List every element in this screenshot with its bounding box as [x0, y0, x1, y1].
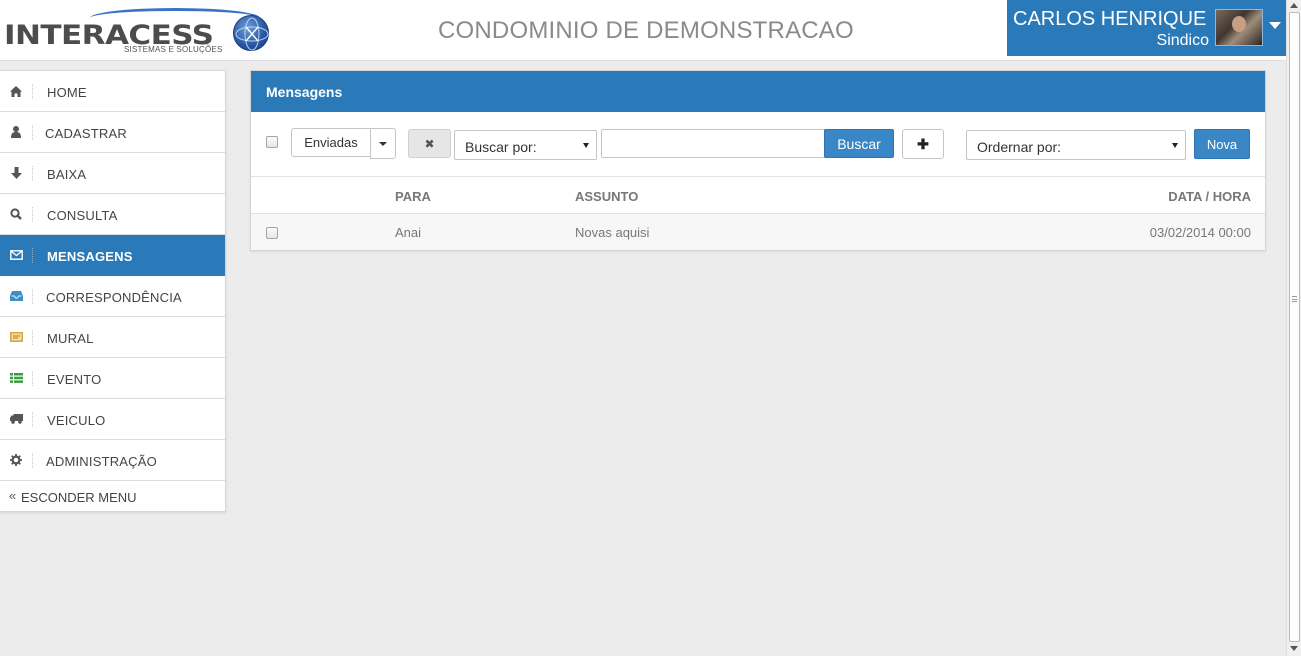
- search-icon: [9, 207, 23, 221]
- separator: [32, 207, 33, 222]
- table-row[interactable]: Anai Novas aquisi 03/02/2014 00:00: [251, 214, 1265, 250]
- filter-button[interactable]: Enviadas: [291, 128, 371, 157]
- separator: [32, 166, 33, 181]
- separator: [32, 412, 33, 427]
- order-by-select[interactable]: Ordernar por:: [966, 130, 1186, 160]
- search-button-label: Buscar: [837, 135, 881, 152]
- separator: [32, 330, 33, 345]
- vertical-scrollbar[interactable]: [1286, 0, 1301, 656]
- user-name: CARLOS HENRIQUE: [1013, 8, 1207, 30]
- interacess-logo[interactable]: INTERACESS SISTEMAS E SOLUÇÕES: [4, 8, 272, 58]
- select-all-checkbox[interactable]: [266, 136, 278, 148]
- sidebar-item-label: BAIXA: [47, 167, 87, 182]
- top-header: INTERACESS SISTEMAS E SOLUÇÕES CONDOMINI…: [0, 0, 1286, 61]
- list-icon: [9, 371, 23, 385]
- avatar[interactable]: [1215, 9, 1263, 46]
- sidebar-item-administracao[interactable]: ADMINISTRAÇÃO: [0, 440, 225, 481]
- logo-subtitle: SISTEMAS E SOLUÇÕES: [124, 45, 223, 54]
- site-title: CONDOMINIO DE DEMONSTRACAO: [438, 17, 854, 44]
- inbox-icon: [9, 289, 23, 303]
- caret-down-icon: [379, 141, 387, 146]
- add-filter-button[interactable]: ✚: [902, 129, 944, 159]
- scroll-thumb[interactable]: [1289, 12, 1300, 642]
- cell-assunto: Novas aquisi: [575, 225, 650, 240]
- table-header: PARA ASSUNTO DATA / HORA: [251, 178, 1265, 214]
- user-role: Sindico: [1156, 32, 1209, 49]
- caret-down-icon[interactable]: [1269, 22, 1281, 29]
- row-checkbox[interactable]: [266, 227, 278, 239]
- filter-selected-label: Enviadas: [304, 135, 358, 150]
- sidebar-item-consulta[interactable]: CONSULTA: [0, 194, 225, 235]
- search-by-select[interactable]: Buscar por:: [454, 130, 597, 160]
- sidebar-item-cadastrar[interactable]: CADASTRAR: [0, 112, 225, 153]
- scroll-up-arrow-icon[interactable]: [1290, 3, 1298, 8]
- sidebar-item-label: CORRESPONDÊNCIA: [46, 290, 182, 305]
- separator: [32, 289, 33, 304]
- sidebar-item-baixa[interactable]: BAIXA: [0, 153, 225, 194]
- arrow-down-icon: [9, 166, 23, 180]
- messages-toolbar: Enviadas ✖ Buscar por: Buscar ✚ Ordernar…: [251, 112, 1265, 177]
- close-icon: ✖: [424, 136, 435, 151]
- user-menu[interactable]: CARLOS HENRIQUE Sindico: [1007, 0, 1286, 56]
- user-icon: [9, 125, 23, 139]
- sidebar-item-correspondencia[interactable]: CORRESPONDÊNCIA: [0, 276, 225, 317]
- panel-header: Mensagens: [251, 71, 1265, 112]
- hide-menu-button[interactable]: « ESCONDER MENU: [0, 481, 225, 511]
- hide-menu-label: ESCONDER MENU: [21, 490, 137, 505]
- double-chevron-left-icon: «: [9, 488, 17, 503]
- separator: [32, 84, 33, 99]
- search-by-value: Buscar por:: [465, 139, 537, 155]
- select-arrow-icon: [1172, 143, 1178, 148]
- sidebar-item-evento[interactable]: EVENTO: [0, 358, 225, 399]
- separator: [32, 371, 33, 386]
- sidebar-item-mensagens[interactable]: MENSAGENS: [0, 235, 225, 276]
- sidebar-item-label: MURAL: [47, 331, 94, 346]
- avatar-face: [1232, 16, 1246, 32]
- new-message-label: Nova: [1206, 136, 1238, 152]
- home-icon: [9, 84, 23, 98]
- sidebar-item-veiculo[interactable]: VEICULO: [0, 399, 225, 440]
- clear-filter-button[interactable]: ✖: [408, 129, 451, 158]
- select-arrow-icon: [583, 143, 589, 148]
- envelope-icon: [9, 248, 23, 262]
- grip-icon: [1292, 296, 1297, 302]
- separator: [32, 453, 33, 468]
- cell-para: Anai: [395, 225, 422, 240]
- messages-panel: Mensagens Enviadas ✖ Buscar por: Buscar …: [250, 70, 1266, 251]
- globe-icon: [233, 15, 269, 51]
- sidebar-item-label: VEICULO: [47, 413, 106, 428]
- column-header-data-hora[interactable]: DATA / HORA: [1168, 189, 1251, 204]
- board-icon: [9, 330, 23, 344]
- sidebar-item-label: EVENTO: [47, 372, 102, 387]
- separator: [32, 125, 33, 140]
- scroll-down-arrow-icon[interactable]: [1290, 646, 1298, 651]
- search-input[interactable]: [601, 129, 825, 158]
- sidebar-item-label: CADASTRAR: [45, 126, 127, 141]
- sidebar-item-home[interactable]: HOME: [0, 71, 225, 112]
- separator: [32, 248, 33, 263]
- sidebar-nav: HOME CADASTRAR BAIXA CONSULTA MENSAGENS: [0, 70, 226, 512]
- order-by-value: Ordernar por:: [977, 139, 1062, 155]
- sidebar-item-label: MENSAGENS: [47, 249, 133, 264]
- panel-title: Mensagens: [266, 84, 343, 100]
- column-header-para[interactable]: PARA: [395, 189, 431, 204]
- filter-dropdown-toggle[interactable]: [370, 128, 396, 159]
- column-header-assunto[interactable]: ASSUNTO: [575, 189, 638, 204]
- sidebar-item-mural[interactable]: MURAL: [0, 317, 225, 358]
- sidebar-item-label: ADMINISTRAÇÃO: [46, 454, 157, 469]
- search-button[interactable]: Buscar: [824, 129, 894, 158]
- new-message-button[interactable]: Nova: [1194, 129, 1250, 159]
- plus-icon: ✚: [917, 135, 929, 152]
- gear-icon: [9, 453, 23, 467]
- cell-data-hora: 03/02/2014 00:00: [1149, 225, 1251, 240]
- sidebar-item-label: CONSULTA: [47, 208, 118, 223]
- truck-icon: [9, 412, 23, 426]
- sidebar-item-label: HOME: [47, 85, 87, 100]
